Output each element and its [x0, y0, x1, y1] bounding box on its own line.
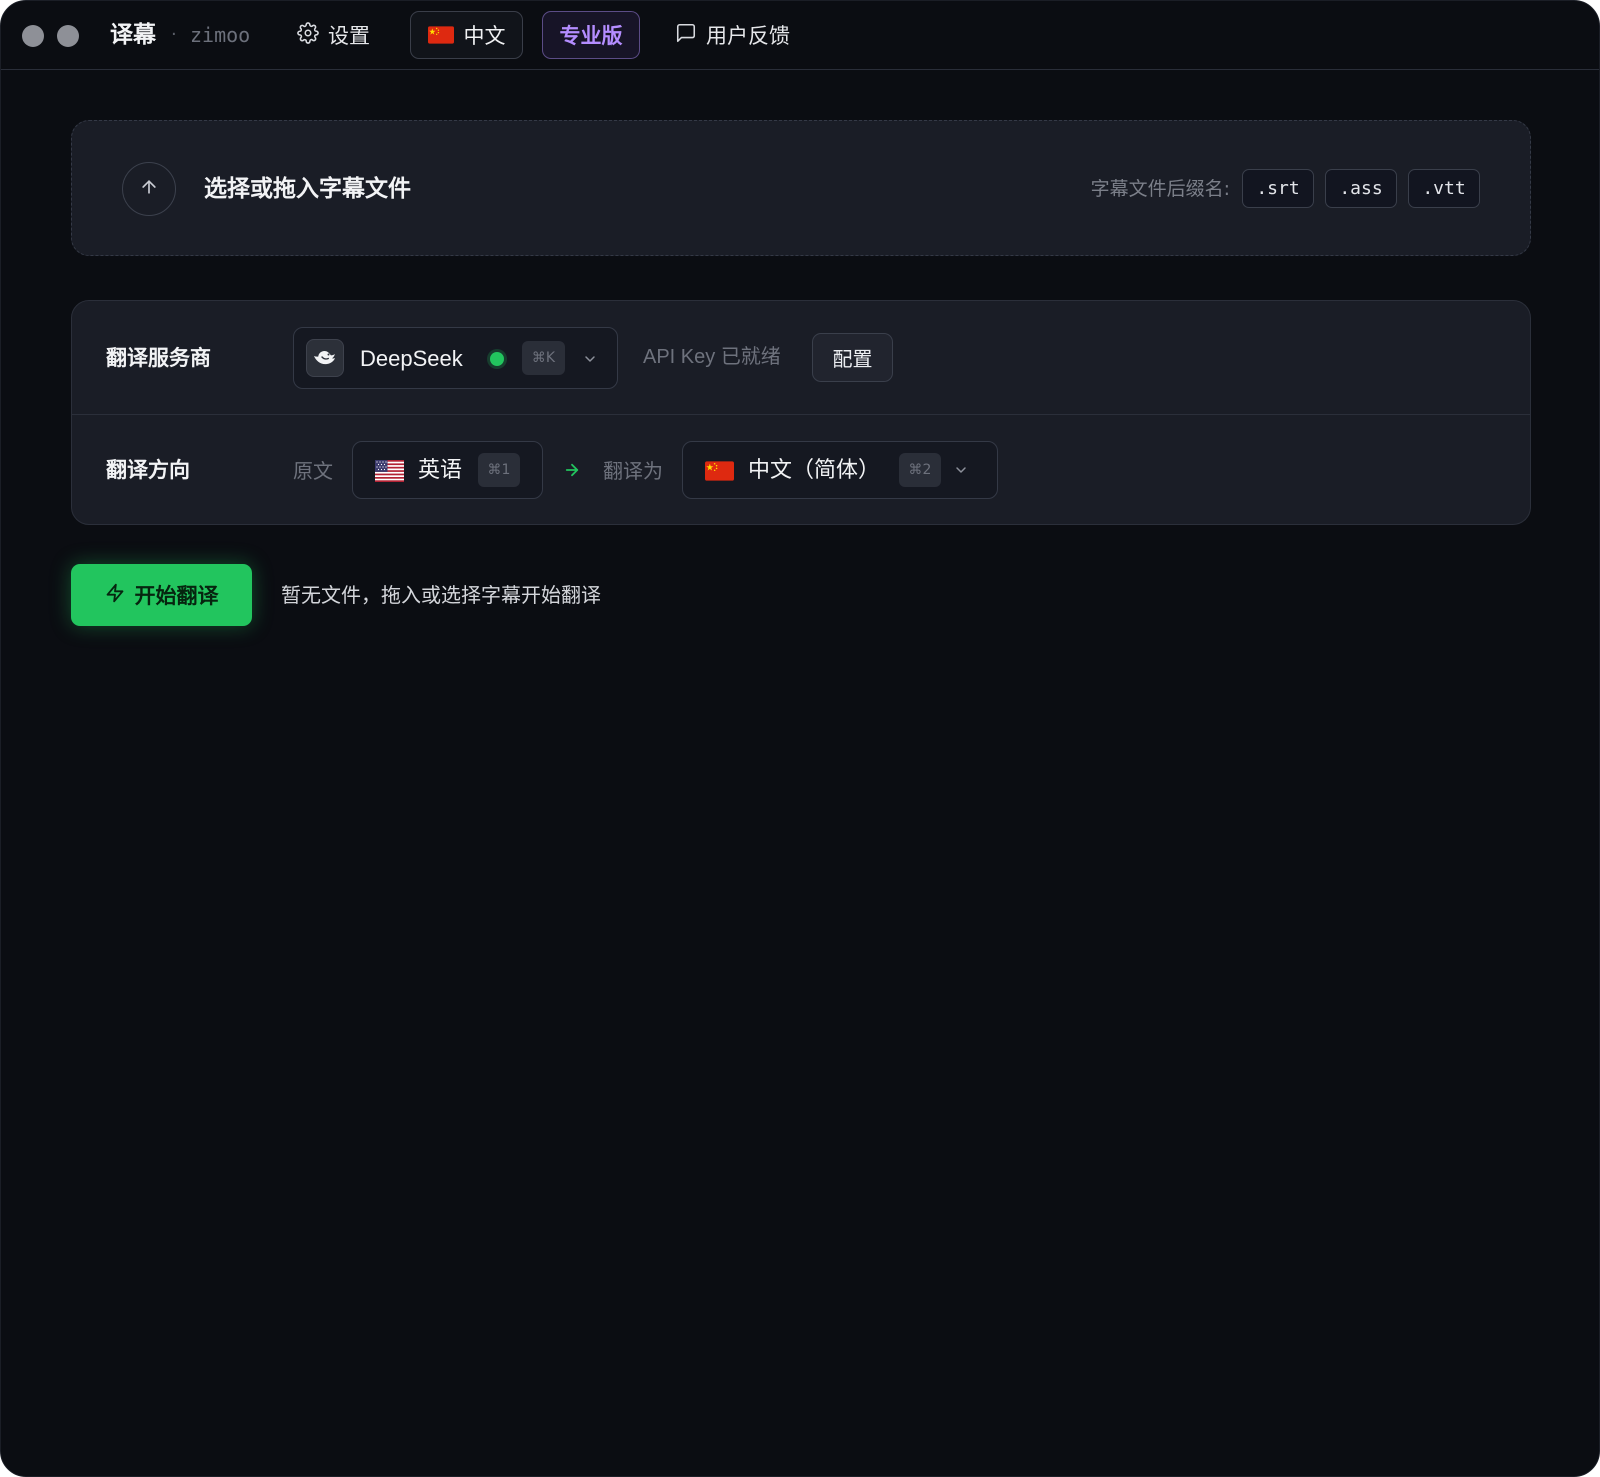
target-language-select[interactable]: 中文（简体） ⌘2 [682, 441, 998, 499]
source-label: 原文 [293, 459, 333, 483]
title-bar: 译幕 · zimoo 设置 中文 专业版 用户反馈 [1, 1, 1599, 70]
target-language-name: 中文（简体） [748, 458, 881, 483]
deepseek-logo-icon [306, 339, 344, 377]
translation-config-panel: 翻译服务商 DeepSeek ⌘K API Key 已就绪 配置 翻译方向 原文… [71, 300, 1531, 525]
interface-language-label: 中文 [463, 24, 506, 48]
source-shortcut-badge: ⌘1 [478, 453, 520, 487]
arrow-right-icon [563, 461, 581, 483]
message-square-icon [675, 22, 706, 49]
us-flag-icon [375, 460, 404, 482]
configure-button[interactable]: 配置 [812, 333, 893, 382]
start-translation-label: 开始翻译 [134, 584, 219, 608]
chevron-down-icon [582, 351, 598, 367]
direction-row-label: 翻译方向 [106, 458, 190, 482]
lightning-icon [105, 582, 135, 609]
extension-badge-ass: .ass [1325, 169, 1397, 208]
start-translation-button[interactable]: 开始翻译 [71, 564, 252, 626]
subtitle-file-dropzone[interactable]: 选择或拖入字幕文件 字幕文件后缀名: .srt .ass .vtt [71, 120, 1531, 256]
chevron-down-icon [953, 462, 969, 478]
china-flag-icon [427, 26, 454, 44]
title-separator: · [171, 24, 177, 45]
extensions-label: 字幕文件后缀名: [1090, 178, 1230, 200]
provider-status-dot [490, 352, 504, 366]
window-close-control[interactable] [22, 25, 44, 47]
app-name: 译幕 [110, 22, 156, 48]
api-key-status: API Key 已就绪 [643, 346, 781, 368]
china-flag-icon [705, 460, 734, 482]
pro-version-button[interactable]: 专业版 [542, 11, 640, 59]
panel-divider [72, 414, 1530, 415]
configure-label: 配置 [832, 347, 873, 371]
provider-row-label: 翻译服务商 [106, 346, 211, 370]
target-label: 翻译为 [603, 459, 663, 483]
extension-badge-vtt: .vtt [1408, 169, 1480, 208]
extension-badge-srt: .srt [1242, 169, 1314, 208]
empty-files-hint: 暂无文件，拖入或选择字幕开始翻译 [281, 583, 601, 607]
app-window: 译幕 · zimoo 设置 中文 专业版 用户反馈 选择或拖入字幕文件 字幕文件… [0, 0, 1600, 1477]
interface-language-button[interactable]: 中文 [410, 11, 523, 59]
provider-select[interactable]: DeepSeek ⌘K [293, 327, 618, 389]
arrow-up-icon [139, 177, 159, 201]
pro-version-label: 专业版 [559, 24, 623, 48]
provider-name: DeepSeek [360, 346, 463, 371]
source-language-name: 英语 [418, 458, 463, 483]
dropzone-title: 选择或拖入字幕文件 [204, 176, 411, 202]
feedback-label: 用户反馈 [706, 24, 790, 48]
target-shortcut-badge: ⌘2 [899, 453, 941, 487]
upload-button[interactable] [122, 162, 176, 216]
window-minimize-control[interactable] [57, 25, 79, 47]
gear-icon [297, 21, 328, 49]
feedback-button[interactable]: 用户反馈 [675, 15, 790, 55]
source-language-select[interactable]: 英语 ⌘1 [352, 441, 543, 499]
app-subtitle: zimoo [190, 23, 251, 47]
settings-button[interactable]: 设置 [297, 15, 370, 55]
settings-label: 设置 [328, 24, 370, 48]
provider-shortcut-badge: ⌘K [522, 341, 565, 375]
